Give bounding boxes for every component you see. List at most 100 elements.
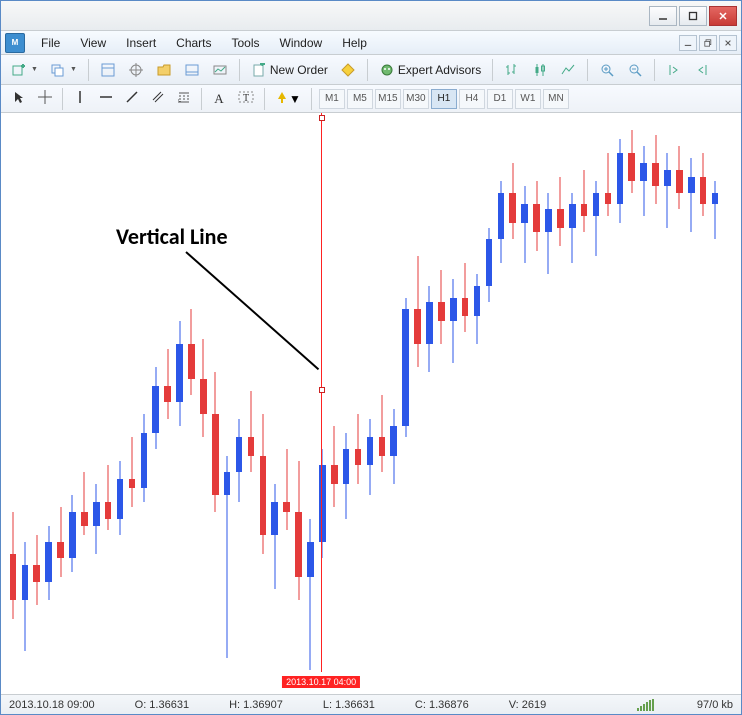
horizontal-line-button[interactable]	[94, 88, 118, 110]
market-watch-button[interactable]	[96, 59, 120, 81]
vline-handle-mid[interactable]	[319, 387, 325, 393]
equidistant-channel-button[interactable]	[146, 88, 170, 110]
crosshair-window-icon	[128, 62, 144, 78]
status-low: L: 1.36631	[323, 699, 375, 711]
menu-tools[interactable]: Tools	[222, 31, 270, 54]
app-icon: M	[5, 33, 25, 53]
navigator-button[interactable]	[152, 59, 176, 81]
trendline-button[interactable]	[120, 88, 144, 110]
svg-text:F: F	[178, 99, 181, 104]
mdi-restore-button[interactable]	[699, 35, 717, 51]
timeframe-h4-button[interactable]: H4	[459, 89, 485, 109]
new-order-button[interactable]: New Order	[247, 59, 332, 81]
terminal-button[interactable]	[180, 59, 204, 81]
arrows-button[interactable]: ▼	[270, 88, 306, 110]
annotation-pointer-line	[185, 251, 318, 369]
text-icon: A	[214, 91, 223, 107]
chart-area[interactable]: 2013.10.17 04:00 Vertical Line	[1, 113, 741, 694]
auto-scroll-button[interactable]	[662, 59, 686, 81]
line-toolbar: F A T ▼ M1M5M15M30H1H4D1W1MN	[1, 85, 741, 113]
diamond-icon	[340, 62, 356, 78]
status-high: H: 1.36907	[229, 699, 283, 711]
arrows-icon	[275, 90, 289, 107]
new-order-label: New Order	[270, 63, 328, 77]
vertical-line-button[interactable]	[68, 88, 92, 110]
status-time: 2013.10.18 09:00	[9, 699, 95, 711]
new-chart-button[interactable]: ▼	[7, 59, 42, 81]
menu-help[interactable]: Help	[332, 31, 377, 54]
chart-shift-icon	[694, 62, 710, 78]
zoom-out-button[interactable]	[623, 59, 647, 81]
timeframe-m1-button[interactable]: M1	[319, 89, 345, 109]
menu-view[interactable]: View	[70, 31, 116, 54]
line-chart-button[interactable]	[556, 59, 580, 81]
timeframe-h1-button[interactable]: H1	[431, 89, 457, 109]
status-network: 97/0 kb	[697, 699, 733, 711]
window-minimize-button[interactable]	[649, 6, 677, 26]
menubar: M File View Insert Charts Tools Window H…	[1, 31, 741, 55]
expert-icon	[379, 62, 395, 78]
profiles-button[interactable]: ▼	[46, 59, 81, 81]
menu-window[interactable]: Window	[270, 31, 333, 54]
fibonacci-icon: F	[177, 90, 191, 107]
timeframe-d1-button[interactable]: D1	[487, 89, 513, 109]
status-close: C: 1.36876	[415, 699, 469, 711]
text-label-button[interactable]: T	[233, 88, 259, 110]
mdi-minimize-button[interactable]	[679, 35, 697, 51]
crosshair-icon	[38, 90, 52, 107]
status-bar: 2013.10.18 09:00 O: 1.36631 H: 1.36907 L…	[1, 694, 741, 714]
metaeditor-button[interactable]	[336, 59, 360, 81]
status-open: O: 1.36631	[135, 699, 189, 711]
channel-icon	[151, 90, 165, 107]
timeframe-m5-button[interactable]: M5	[347, 89, 373, 109]
window-maximize-button[interactable]	[679, 6, 707, 26]
menu-insert[interactable]: Insert	[116, 31, 166, 54]
window-close-button[interactable]	[709, 6, 737, 26]
cursor-icon	[12, 90, 26, 107]
terminal-icon	[184, 62, 200, 78]
auto-scroll-icon	[666, 62, 682, 78]
menu-charts[interactable]: Charts	[166, 31, 221, 54]
profiles-icon	[50, 62, 66, 78]
expert-advisors-label: Expert Advisors	[398, 63, 481, 77]
fibonacci-button[interactable]: F	[172, 88, 196, 110]
main-toolbar: ▼ ▼ New Order Expert Advisors	[1, 55, 741, 85]
line-chart-icon	[560, 62, 576, 78]
crosshair-button[interactable]	[33, 88, 57, 110]
vertical-line-object[interactable]	[321, 113, 322, 672]
folder-tree-icon	[156, 62, 172, 78]
mdi-close-button[interactable]	[719, 35, 737, 51]
menu-file[interactable]: File	[31, 31, 70, 54]
zoom-in-button[interactable]	[595, 59, 619, 81]
zoom-out-icon	[627, 62, 643, 78]
horizontal-line-icon	[99, 90, 113, 107]
chart-shift-button[interactable]	[690, 59, 714, 81]
trendline-icon	[125, 90, 139, 107]
bar-chart-icon	[504, 62, 520, 78]
text-button[interactable]: A	[207, 88, 231, 110]
zoom-in-icon	[599, 62, 615, 78]
status-volume: V: 2619	[509, 699, 547, 711]
bar-chart-button[interactable]	[500, 59, 524, 81]
timeframe-m15-button[interactable]: M15	[375, 89, 401, 109]
vline-handle-top[interactable]	[319, 115, 325, 121]
tester-icon	[212, 62, 228, 78]
data-window-button[interactable]	[124, 59, 148, 81]
text-label-icon: T	[238, 90, 254, 107]
timeframe-w1-button[interactable]: W1	[515, 89, 541, 109]
timeframe-m30-button[interactable]: M30	[403, 89, 429, 109]
new-order-icon	[251, 62, 267, 78]
strategy-tester-button[interactable]	[208, 59, 232, 81]
cursor-button[interactable]	[7, 88, 31, 110]
expert-advisors-button[interactable]: Expert Advisors	[375, 59, 485, 81]
candle-chart-icon	[532, 62, 548, 78]
candle-chart-button[interactable]	[528, 59, 552, 81]
market-watch-icon	[100, 62, 116, 78]
svg-text:T: T	[243, 93, 249, 104]
plus-chart-icon	[11, 62, 27, 78]
titlebar	[1, 1, 741, 31]
annotation-label: Vertical Line	[116, 223, 228, 250]
vertical-line-icon	[73, 90, 87, 107]
vline-time-label: 2013.10.17 04:00	[282, 676, 360, 688]
timeframe-mn-button[interactable]: MN	[543, 89, 569, 109]
